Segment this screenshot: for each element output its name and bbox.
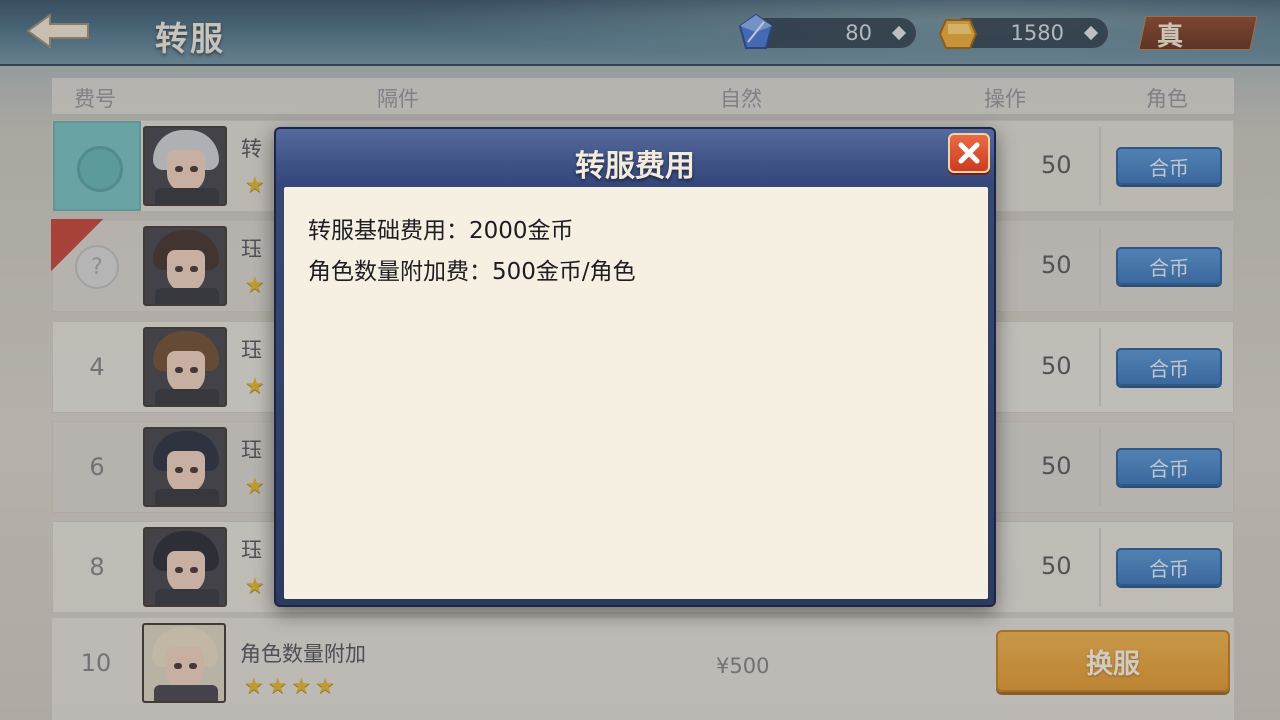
close-icon bbox=[958, 142, 980, 164]
dialog-header: 转服费用 bbox=[276, 129, 994, 187]
dialog-body: 转服基础费用：2000金币 角色数量附加费：500金币/角色 bbox=[284, 187, 988, 599]
base-fee-text: 转服基础费用：2000金币 bbox=[308, 218, 574, 244]
dialog-title: 转服费用 bbox=[575, 149, 695, 184]
character-fee-text: 角色数量附加费：500金币/角色 bbox=[308, 259, 636, 285]
close-button[interactable] bbox=[948, 133, 990, 173]
transfer-cost-dialog: 转服费用 转服基础费用：2000金币 角色数量附加费：500金币/角色 bbox=[274, 127, 996, 607]
